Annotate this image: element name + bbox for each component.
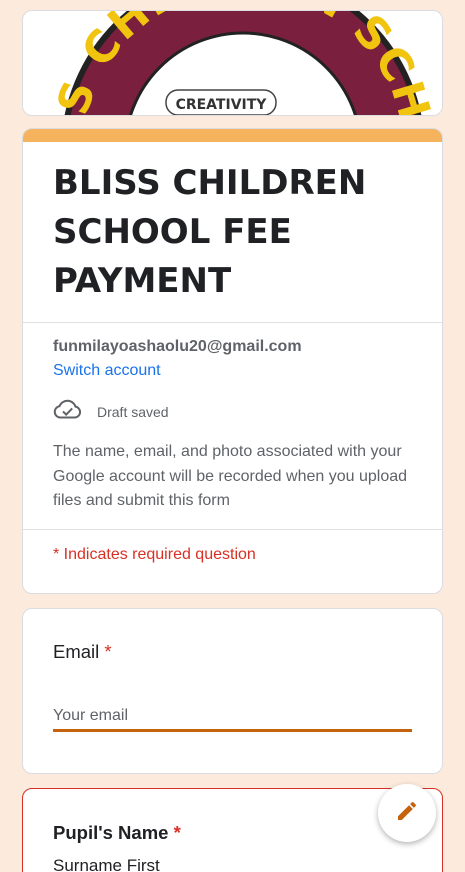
required-star: * bbox=[173, 822, 181, 843]
pencil-icon bbox=[395, 799, 419, 828]
question-card-email: Email * bbox=[22, 608, 443, 774]
header-banner: BLISS CHILDREN SCHOOL CREATIVITY bbox=[22, 10, 443, 116]
header-accent-bar bbox=[23, 129, 442, 142]
form-header-card: BLISS CHILDREN SCHOOL FEE PAYMENT funmil… bbox=[22, 128, 443, 594]
draft-status: Draft saved bbox=[23, 380, 442, 424]
email-field-wrapper bbox=[53, 707, 412, 732]
privacy-notice: The name, email, and photo associated wi… bbox=[53, 443, 408, 509]
form-title: BLISS CHILDREN SCHOOL FEE PAYMENT bbox=[53, 163, 367, 301]
question-label: Email bbox=[53, 641, 100, 662]
switch-account-link[interactable]: Switch account bbox=[23, 356, 442, 380]
account-email: funmilayoashaolu20@gmail.com bbox=[53, 338, 302, 355]
question-description: Surname First bbox=[53, 856, 160, 872]
email-field[interactable] bbox=[53, 707, 412, 729]
edit-fab-button[interactable] bbox=[378, 784, 436, 842]
question-label: Pupil's Name bbox=[53, 822, 169, 843]
school-logo: BLISS CHILDREN SCHOOL CREATIVITY bbox=[23, 11, 442, 115]
required-note: * Indicates required question bbox=[53, 545, 256, 563]
logo-motto: CREATIVITY bbox=[176, 97, 268, 113]
question-title: Email * bbox=[23, 609, 442, 663]
required-star: * bbox=[104, 641, 112, 662]
draft-status-text: Draft saved bbox=[97, 403, 169, 420]
cloud-check-icon bbox=[53, 399, 82, 424]
